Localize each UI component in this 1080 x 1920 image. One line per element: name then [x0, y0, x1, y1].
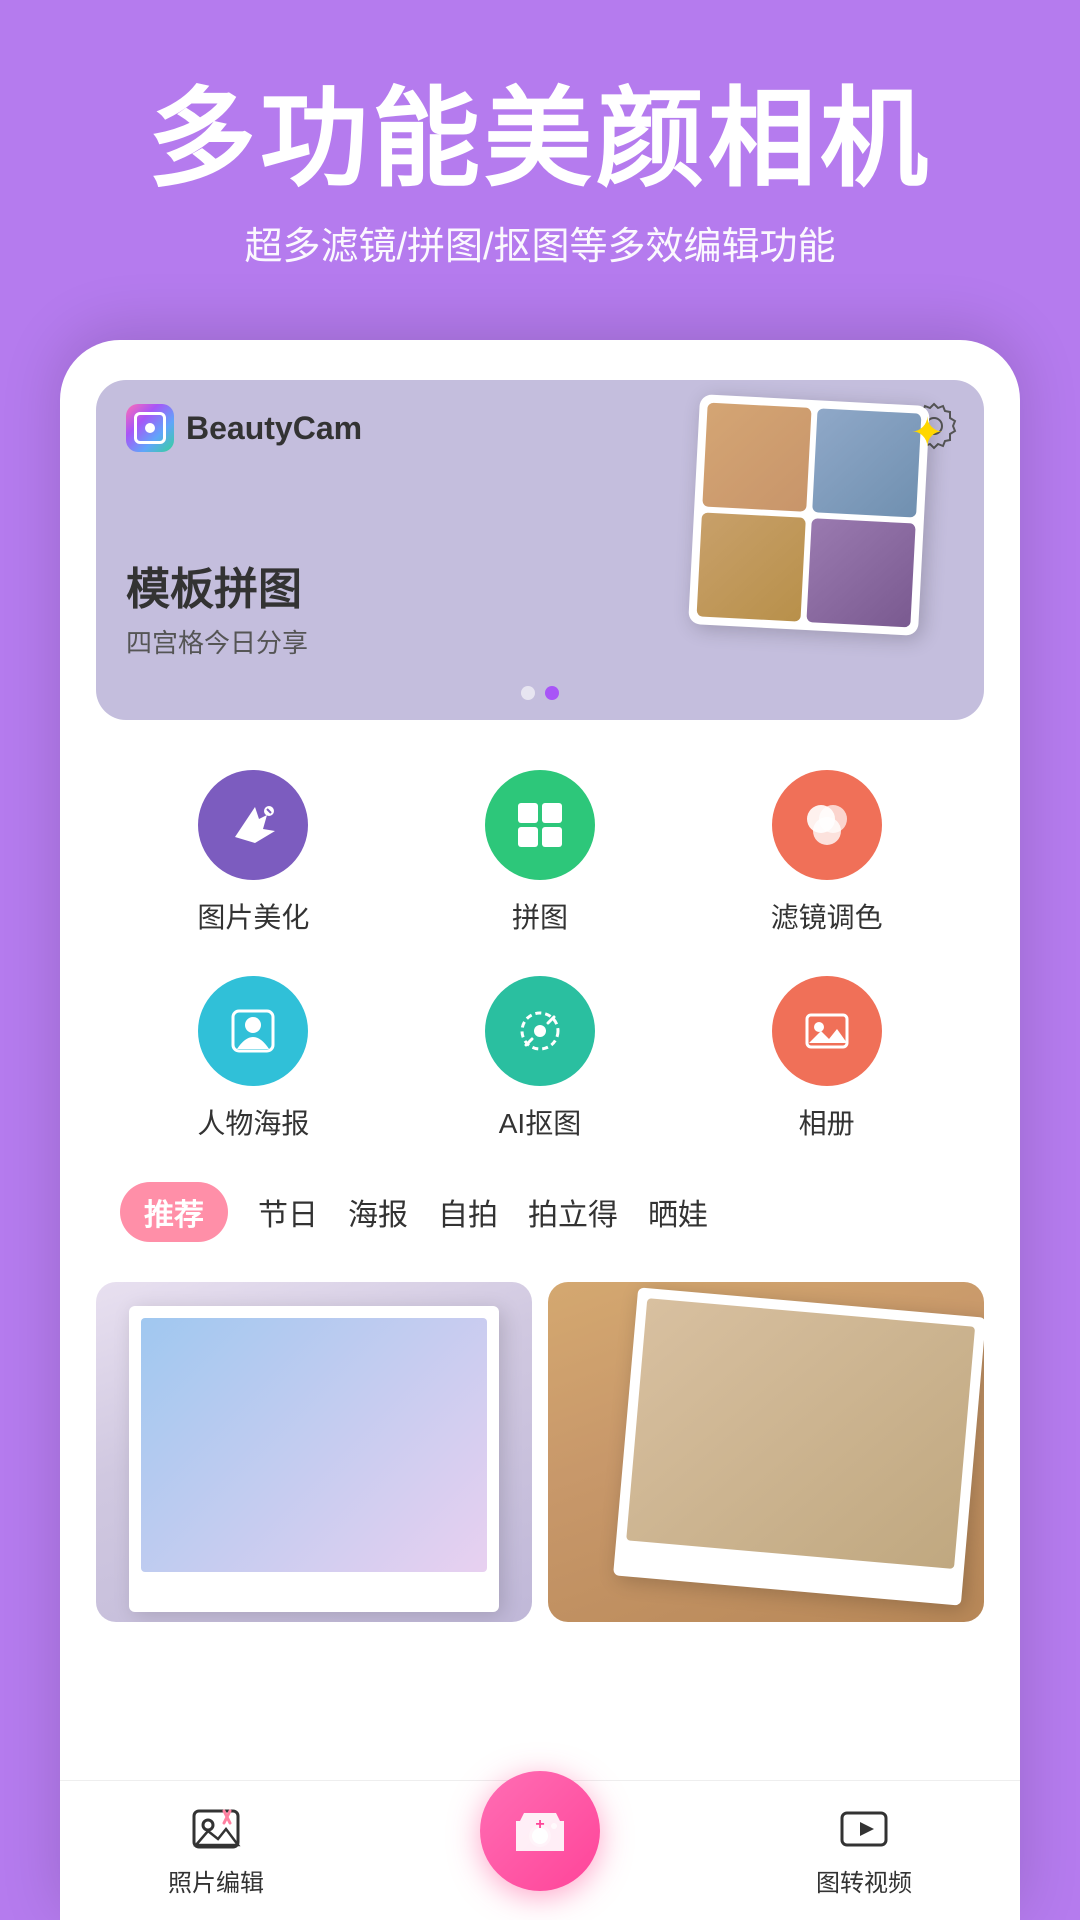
- tag-poster[interactable]: 海报: [348, 1190, 408, 1234]
- feature-item-filter[interactable]: 滤镜调色: [693, 770, 960, 936]
- image-card-1[interactable]: [96, 1282, 532, 1622]
- tag-selfie[interactable]: 自拍: [438, 1190, 498, 1234]
- banner-sub-text: 四宫格今日分享: [126, 623, 308, 660]
- feature-label-filter: 滤镜调色: [771, 896, 883, 936]
- collage-cell-3: [697, 512, 806, 621]
- tag-baby[interactable]: 晒娃: [648, 1190, 708, 1234]
- tag-holiday[interactable]: 节日: [258, 1190, 318, 1234]
- nav-photo-edit-label: 照片编辑: [168, 1863, 264, 1898]
- cutout-icon-circle: [485, 976, 595, 1086]
- banner-dots: [521, 686, 559, 700]
- app-icon-inner: [134, 412, 166, 444]
- filter-icon-circle: [772, 770, 882, 880]
- nav-video[interactable]: 图转视频: [816, 1803, 912, 1898]
- feature-label-album: 相册: [799, 1102, 855, 1142]
- app-icon: [126, 404, 174, 452]
- feature-item-portrait[interactable]: 人物海报: [120, 976, 387, 1142]
- portrait-icon-circle: [198, 976, 308, 1086]
- phone-mockup: BeautyCam 模板拼图 四宫格今日分享 ✦: [60, 340, 1020, 1920]
- banner-main-text: 模板拼图: [126, 553, 308, 617]
- feature-label-beautify: 图片美化: [197, 896, 309, 936]
- image-card-2[interactable]: [548, 1282, 984, 1622]
- svg-text:+: +: [535, 1816, 544, 1833]
- feature-label-collage: 拼图: [512, 896, 568, 936]
- hero-subtitle: 超多滤镜/拼图/抠图等多效编辑功能: [60, 215, 1020, 270]
- collage-icon-circle: [485, 770, 595, 880]
- beautify-icon-circle: [198, 770, 308, 880]
- nav-video-label: 图转视频: [816, 1863, 912, 1898]
- app-name: BeautyCam: [186, 410, 362, 447]
- feature-item-album[interactable]: 相册: [693, 976, 960, 1142]
- collage-grid: [688, 394, 930, 636]
- tag-recommend[interactable]: 推荐: [120, 1182, 228, 1242]
- banner-text-area: 模板拼图 四宫格今日分享: [126, 553, 308, 660]
- bottom-nav: 照片编辑 + 图转视频: [60, 1780, 1020, 1920]
- banner-area: BeautyCam 模板拼图 四宫格今日分享 ✦: [96, 380, 984, 720]
- dot-2: [545, 686, 559, 700]
- nav-camera-button[interactable]: +: [480, 1771, 600, 1891]
- polaroid-photo-2: [626, 1298, 975, 1569]
- sparkle-icon: ✦: [910, 410, 944, 456]
- polaroid-photo-1: [141, 1318, 488, 1572]
- hero-section: 多功能美颜相机 超多滤镜/拼图/抠图等多效编辑功能: [0, 0, 1080, 310]
- feature-item-beautify[interactable]: 图片美化: [120, 770, 387, 936]
- banner-collage: ✦: [694, 400, 954, 700]
- nav-photo-edit[interactable]: 照片编辑: [168, 1803, 264, 1898]
- feature-item-collage[interactable]: 拼图: [407, 770, 674, 936]
- dot-1: [521, 686, 535, 700]
- banner-logo-row: BeautyCam: [126, 404, 362, 452]
- collage-cell-2: [812, 408, 921, 517]
- album-icon-circle: [772, 976, 882, 1086]
- camera-icon: +: [510, 1801, 570, 1861]
- collage-cell-4: [806, 518, 915, 627]
- tags-section: 推荐 节日 海报 自拍 拍立得 晒娃: [60, 1162, 1020, 1262]
- photo-edit-icon: [190, 1803, 242, 1855]
- images-section: [60, 1262, 1020, 1622]
- polaroid-frame-1: [129, 1306, 500, 1612]
- feature-label-portrait: 人物海报: [197, 1102, 309, 1142]
- tag-polaroid[interactable]: 拍立得: [528, 1190, 618, 1234]
- hero-title: 多功能美颜相机: [60, 80, 1020, 199]
- polaroid-frame-2: [613, 1287, 984, 1605]
- feature-item-cutout[interactable]: AI抠图: [407, 976, 674, 1142]
- feature-label-cutout: AI抠图: [499, 1102, 581, 1142]
- collage-cell-1: [702, 403, 811, 512]
- features-section: 图片美化 拼图 滤镜调色: [60, 720, 1020, 1162]
- video-icon: [838, 1803, 890, 1855]
